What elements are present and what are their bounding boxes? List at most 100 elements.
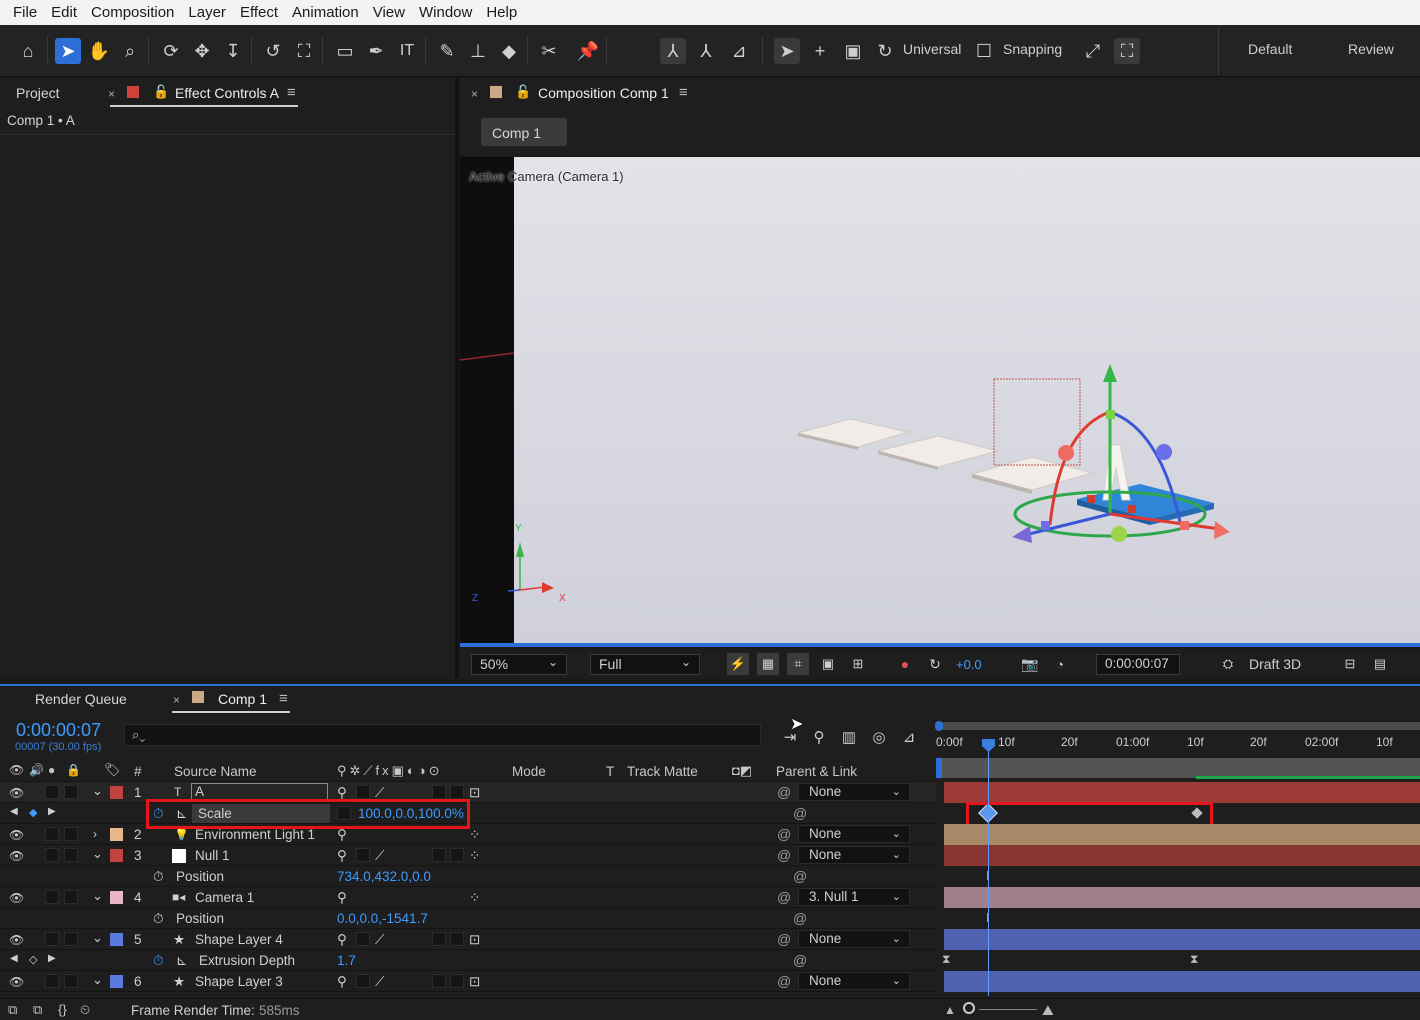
solo-switch[interactable] [45, 785, 59, 799]
chevron-down-icon[interactable]: ⌄ [92, 930, 103, 946]
brush-tool-icon[interactable]: ✎ [434, 38, 460, 64]
layer-row[interactable]: 👁 ⌄ 4 ■◂ Camera 1 ⚲ ⁘ @ 3. Null 1 ⌄ [0, 887, 936, 908]
solo-icon[interactable]: ● [48, 763, 55, 777]
pickwhip-icon[interactable]: @ [777, 889, 791, 905]
lock-icon[interactable]: 🔓 [153, 84, 169, 100]
adjustment-switch[interactable] [432, 785, 446, 799]
tab-render-queue[interactable]: Render Queue [35, 691, 127, 707]
label-color[interactable] [110, 933, 123, 946]
label-color[interactable] [110, 786, 123, 799]
adjustment-switch[interactable] [432, 974, 446, 988]
navigator-start-handle[interactable] [936, 758, 942, 778]
shy-switch-icon[interactable]: ⚲ [337, 890, 347, 906]
layer-bar-null[interactable] [944, 845, 1420, 866]
3d-view-layout-icon[interactable]: ⊟ [1339, 653, 1361, 675]
time-navigator[interactable] [938, 758, 1420, 778]
pickwhip-icon[interactable]: @ [777, 847, 791, 863]
layer-search-input[interactable]: ⌕⌄ [124, 724, 761, 746]
view-axis-icon[interactable]: ⊿ [726, 38, 752, 64]
quality-switch-icon[interactable]: ⟋ [375, 974, 384, 990]
layer-name[interactable]: Camera 1 [195, 890, 254, 905]
panel-menu-icon[interactable]: ≡ [679, 84, 688, 101]
layer-name[interactable]: Environment Light 1 [195, 827, 315, 842]
chevron-down-icon[interactable]: ⌄ [92, 846, 103, 862]
transfer-controls-toggle-icon[interactable]: ⧉ [33, 1002, 42, 1018]
layer-name[interactable]: Null 1 [195, 848, 230, 863]
zoom-tool-icon[interactable]: ⌕ [117, 38, 143, 64]
shy-switch-icon[interactable]: ⚲ [337, 932, 347, 948]
pickwhip-icon[interactable]: @ [777, 931, 791, 947]
keyframe-hold-icon[interactable]: ⧗ [942, 952, 950, 967]
motion-blur-icon[interactable]: ◎ [866, 724, 892, 750]
layer-bar-shape-4[interactable] [944, 929, 1420, 950]
graph-editor-icon[interactable]: ⊿ [896, 724, 922, 750]
zoom-out-icon[interactable]: ▲ [944, 1003, 956, 1017]
work-area-start-handle[interactable] [935, 721, 943, 731]
close-icon[interactable]: × [108, 87, 115, 101]
lock-switch[interactable] [64, 890, 78, 904]
next-keyframe-icon[interactable]: ▶ [48, 806, 56, 817]
workspace-review[interactable]: Review [1348, 41, 1394, 57]
playhead-handle[interactable] [982, 739, 995, 752]
3d-layer-icon[interactable]: ⊡ [469, 785, 480, 801]
keyframe-track-extrusion[interactable]: ⧗ ⧗ [942, 950, 1420, 971]
menu-edit[interactable]: Edit [44, 4, 84, 21]
chevron-down-icon[interactable]: ⌄ [92, 972, 103, 988]
solo-switch[interactable] [45, 827, 59, 841]
snap-options-icon[interactable]: ⤢ [1080, 38, 1106, 64]
local-axis-icon[interactable]: ⅄ [660, 38, 686, 64]
property-row-position[interactable]: ⏱ Position 734.0,432.0,0.0 @ [0, 866, 936, 887]
type-tool-icon[interactable]: IT [394, 38, 420, 64]
clone-stamp-icon[interactable]: ⊥ [465, 38, 491, 64]
panel-menu-icon[interactable]: ≡ [287, 84, 296, 101]
3d-layer-icon[interactable]: ⊡ [469, 932, 480, 948]
extended-viewer-icon[interactable]: ▤ [1369, 653, 1391, 675]
layer-bar-camera[interactable] [944, 887, 1420, 908]
current-time-display[interactable]: 0:00:00:07 [1096, 654, 1180, 675]
magnification-dropdown[interactable]: 50% ⌄ [471, 654, 567, 675]
exposure-value[interactable]: +0.0 [956, 657, 982, 672]
3d-scale-icon[interactable]: ▣ [840, 38, 866, 64]
lock-icon[interactable]: 🔒 [66, 763, 81, 777]
reset-exposure-icon[interactable]: ↻ [924, 653, 946, 675]
resolution-dropdown[interactable]: Full ⌄ [590, 654, 700, 675]
position-property-name[interactable]: Position [176, 869, 224, 884]
shy-switch-icon[interactable]: ⚲ [337, 827, 347, 843]
eye-icon[interactable]: 👁 [9, 763, 24, 777]
next-keyframe-icon[interactable]: ▶ [48, 953, 56, 964]
audio-icon[interactable]: 🔊 [29, 763, 44, 777]
parent-dropdown[interactable]: None ⌄ [798, 930, 910, 948]
motion-blur-switch[interactable] [450, 785, 464, 799]
motion-blur-switch[interactable] [450, 932, 464, 946]
3d-layer-icon[interactable]: ⁘ [469, 890, 480, 906]
track-xy-camera-icon[interactable]: ✥ [189, 38, 215, 64]
pickwhip-icon[interactable]: @ [793, 805, 807, 821]
3d-layer-icon[interactable]: ⁘ [469, 848, 480, 864]
keyframe-hold-icon[interactable]: ⧗ [1190, 952, 1198, 967]
tab-comp-1[interactable]: Comp 1 [218, 691, 267, 707]
position-property-name[interactable]: Position [176, 911, 224, 926]
extrusion-depth-property-name[interactable]: Extrusion Depth [199, 953, 295, 968]
frame-blending-icon[interactable]: ▥ [836, 724, 862, 750]
work-area-bar[interactable] [938, 722, 1420, 730]
eraser-tool-icon[interactable]: ◆ [496, 38, 522, 64]
comp-tab-button[interactable]: Comp 1 [481, 118, 567, 146]
roto-brush-icon[interactable]: ✂ [536, 38, 562, 64]
label-color[interactable] [110, 828, 123, 841]
parent-dropdown[interactable]: None ⌄ [798, 972, 910, 990]
grid-guides-icon[interactable]: ⊞ [847, 653, 869, 675]
chevron-right-icon[interactable]: › [93, 827, 97, 841]
tab-effect-controls[interactable]: Effect Controls A [175, 85, 279, 101]
layer-row[interactable]: 👁 ⌄ 5 ★ Shape Layer 4 ⚲ ⟋ ⊡ @ None ⌄ [0, 929, 936, 950]
close-icon[interactable]: × [471, 87, 478, 101]
extrusion-depth-value[interactable]: 1.7 [337, 953, 356, 968]
menu-layer[interactable]: Layer [181, 4, 233, 21]
label-color[interactable] [110, 975, 123, 988]
chevron-down-icon[interactable]: ⌄ [92, 783, 103, 799]
layer-bar-shape-3[interactable] [944, 971, 1420, 992]
3d-scene[interactable]: Y X Z [459, 157, 1420, 647]
shy-switch-icon[interactable]: ⚲ [337, 974, 347, 990]
stopwatch-icon[interactable]: ⏱ [153, 953, 164, 969]
menu-file[interactable]: File [6, 4, 44, 21]
tab-composition[interactable]: Composition Comp 1 [538, 85, 669, 101]
